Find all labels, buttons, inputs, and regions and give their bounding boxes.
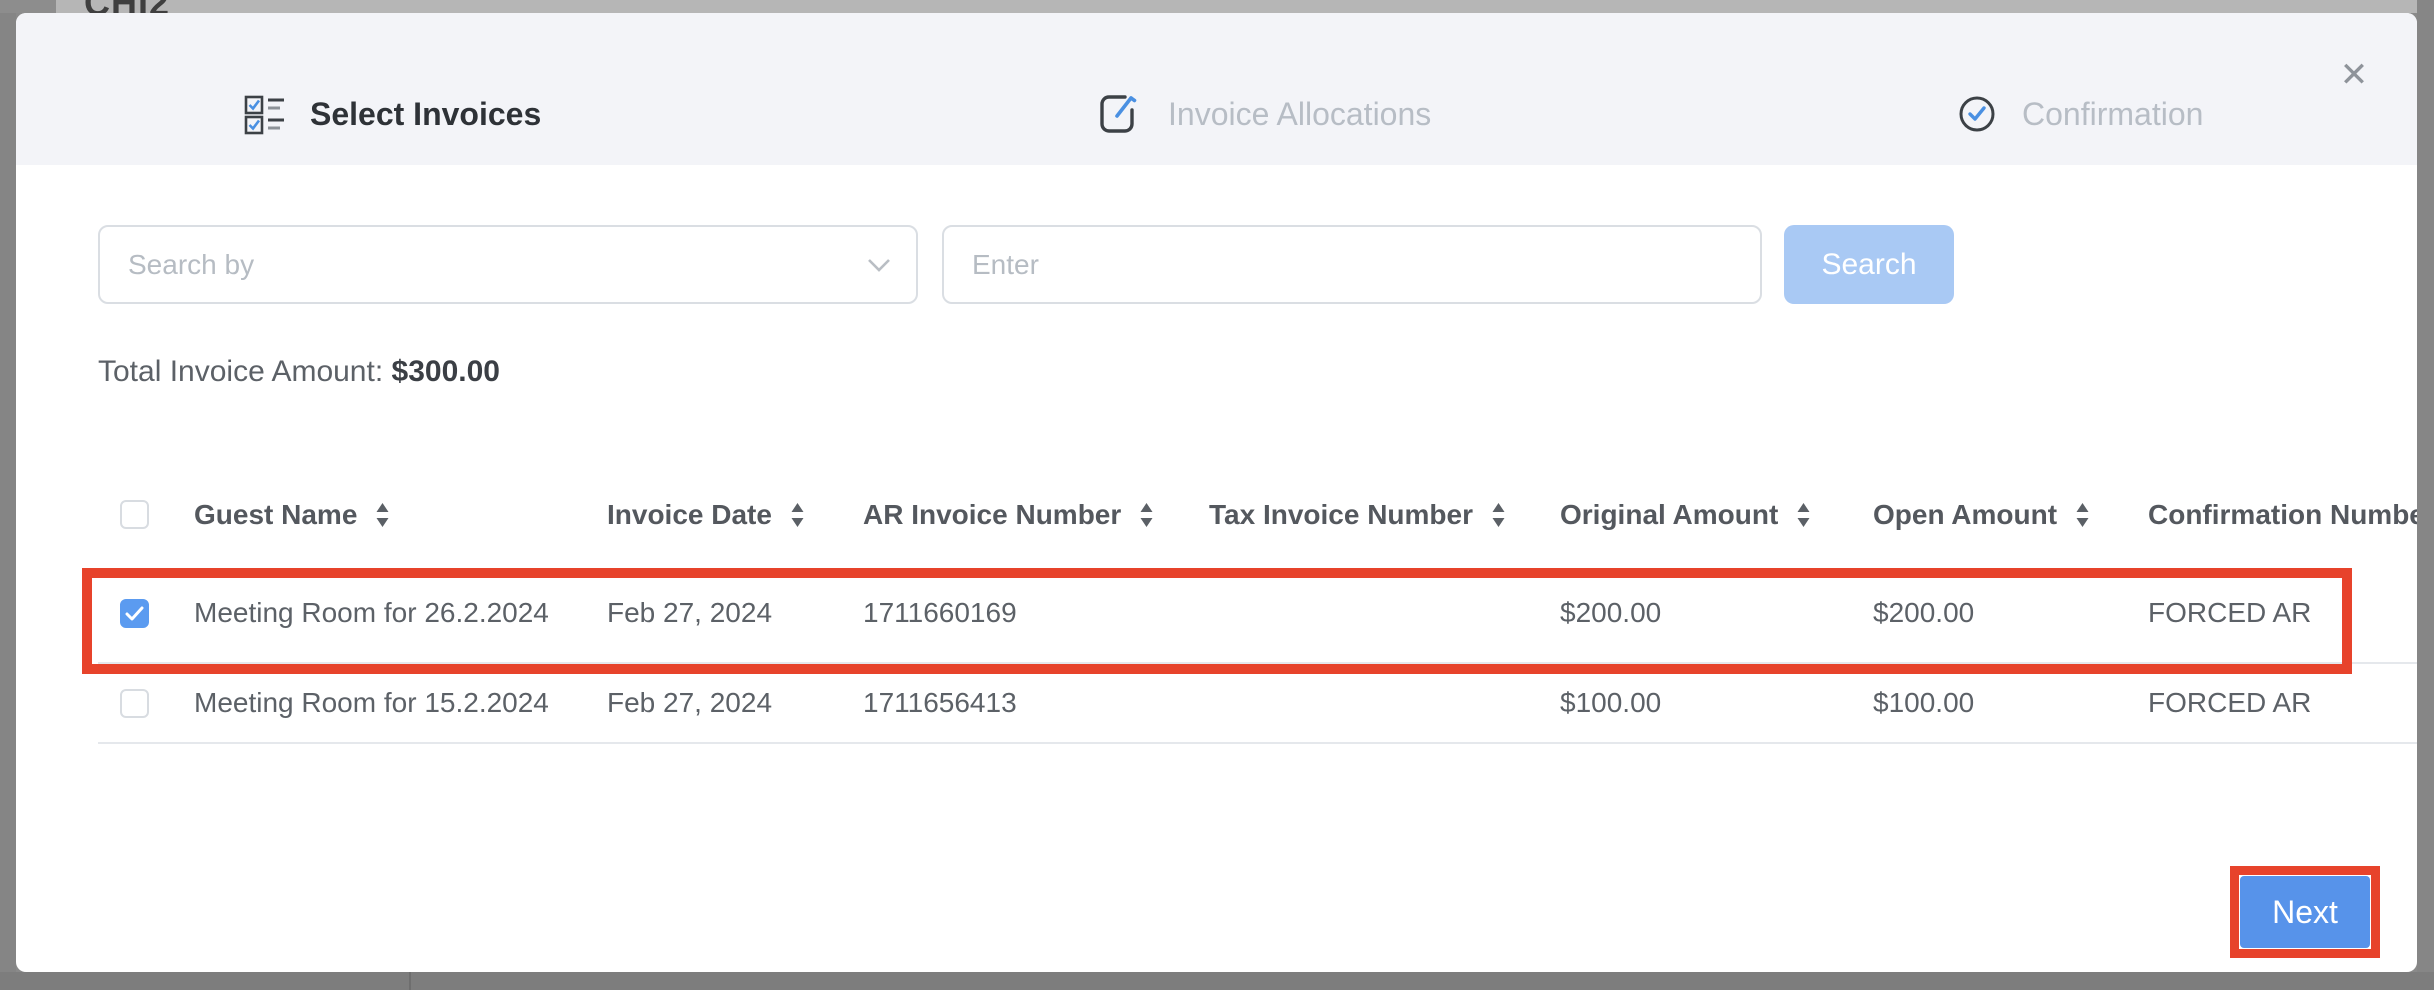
step-label: Invoice Allocations — [1168, 96, 1431, 133]
sort-icon[interactable] — [1491, 502, 1506, 528]
close-icon[interactable]: ✕ — [2332, 53, 2376, 97]
row-checkbox-cell — [98, 599, 194, 628]
step-label: Select Invoices — [310, 96, 541, 133]
search-value-input[interactable] — [942, 225, 1762, 304]
cell-ar-invoice-number: 1711656413 — [863, 687, 1209, 719]
cell-open-amount: $100.00 — [1873, 687, 2148, 719]
search-value-field[interactable] — [942, 225, 1762, 304]
backdrop-divider — [409, 972, 411, 990]
step-invoice-allocations[interactable]: Invoice Allocations — [1098, 83, 1431, 145]
step-confirmation[interactable]: Confirmation — [1956, 83, 2203, 145]
cell-open-amount: $200.00 — [1873, 597, 2148, 629]
check-circle-icon — [1956, 93, 1998, 135]
invoice-row-2[interactable]: Meeting Room for 15.2.2024 Feb 27, 2024 … — [98, 664, 2417, 744]
search-by-input[interactable] — [98, 225, 918, 304]
table-header-row: Guest Name Invoice Date AR Invoice Numbe… — [98, 489, 2417, 540]
sort-icon[interactable] — [2075, 502, 2090, 528]
cell-ar-invoice-number: 1711660169 — [863, 597, 1209, 629]
page-title: CHI2 — [84, 0, 170, 13]
step-label: Confirmation — [2022, 96, 2203, 133]
select-all-cell — [98, 500, 194, 529]
invoice-row-1[interactable]: Meeting Room for 26.2.2024 Feb 27, 2024 … — [98, 564, 2417, 664]
column-header-guest-name[interactable]: Guest Name — [194, 499, 607, 531]
select-all-checkbox[interactable] — [120, 500, 149, 529]
column-header-ar-invoice-number[interactable]: AR Invoice Number — [863, 499, 1209, 531]
edit-square-icon — [1098, 90, 1144, 138]
row-checkbox[interactable] — [120, 689, 149, 718]
dimmed-page-corner — [0, 0, 56, 13]
column-header-invoice-date[interactable]: Invoice Date — [607, 499, 863, 531]
sort-icon[interactable] — [1139, 502, 1154, 528]
cell-invoice-date: Feb 27, 2024 — [607, 597, 863, 629]
cell-guest-name: Meeting Room for 15.2.2024 — [194, 687, 607, 719]
cell-confirmation-number: FORCED AR — [2148, 687, 2417, 719]
sort-icon[interactable] — [375, 502, 390, 528]
backdrop-left — [0, 13, 16, 990]
cell-original-amount: $200.00 — [1560, 597, 1873, 629]
column-header-open-amount[interactable]: Open Amount — [1873, 499, 2148, 531]
backdrop-bottom — [0, 972, 2434, 990]
search-button[interactable]: Search — [1784, 225, 1954, 304]
cell-invoice-date: Feb 27, 2024 — [607, 687, 863, 719]
row-checkbox-cell — [98, 689, 194, 718]
sort-icon[interactable] — [1796, 502, 1811, 528]
cell-guest-name: Meeting Room for 26.2.2024 — [194, 597, 607, 629]
cell-original-amount: $100.00 — [1560, 687, 1873, 719]
row-checkbox[interactable] — [120, 599, 149, 628]
step-select-invoices[interactable]: Select Invoices — [244, 83, 541, 145]
backdrop-right — [2417, 0, 2434, 990]
column-header-tax-invoice-number[interactable]: Tax Invoice Number — [1209, 499, 1560, 531]
dimmed-page-top: CHI2 — [0, 0, 2434, 13]
total-value: $300.00 — [392, 355, 500, 388]
search-by-select[interactable] — [98, 225, 918, 304]
sort-icon[interactable] — [790, 502, 805, 528]
next-button[interactable]: Next — [2240, 876, 2370, 948]
column-header-confirmation-number[interactable]: Confirmation Number — [2148, 499, 2417, 531]
total-invoice-amount: Total Invoice Amount: $300.00 — [98, 355, 500, 389]
total-label: Total Invoice Amount: — [98, 355, 383, 388]
invoices-table: Guest Name Invoice Date AR Invoice Numbe… — [98, 489, 2417, 744]
cell-confirmation-number: FORCED AR — [2148, 597, 2417, 629]
column-header-original-amount[interactable]: Original Amount — [1560, 499, 1873, 531]
select-invoices-modal: Select Invoices Invoice Allocations Conf… — [16, 13, 2417, 972]
wizard-header: Select Invoices Invoice Allocations Conf… — [16, 13, 2417, 165]
checklist-icon — [244, 90, 286, 138]
